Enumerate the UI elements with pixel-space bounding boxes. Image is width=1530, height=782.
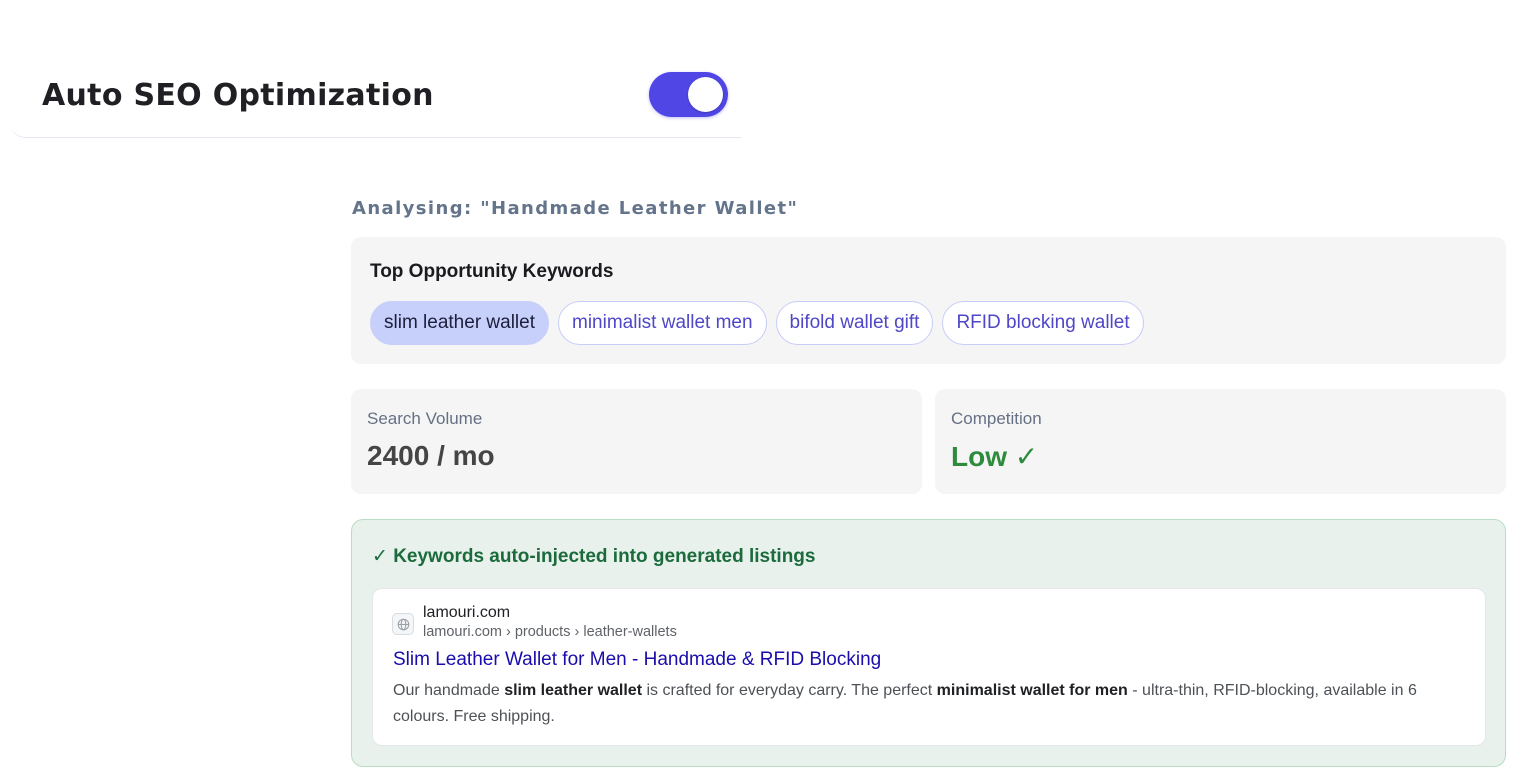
keyword-chip-bifold-wallet-gift[interactable]: bifold wallet gift [775,301,934,345]
competition-value: Low ✓ [951,441,1039,472]
search-volume-label: Search Volume [367,409,483,428]
desc-text: is crafted for everyday carry. The perfe… [642,682,937,699]
search-volume-card: Search Volume 2400 / mo [351,389,922,494]
competition-card: Competition Low ✓ [935,389,1506,494]
keyword-chips: slim leather wallet minimalist wallet me… [370,301,1144,345]
desc-keyword: slim leather wallet [504,682,643,699]
keywords-injected-panel: ✓ Keywords auto-injected into generated … [351,519,1506,767]
globe-icon [392,613,414,635]
result-description: Our handmade slim leather wallet is craf… [393,678,1468,730]
seo-title: Auto SEO Optimization [42,78,434,113]
inject-title: ✓ Keywords auto-injected into generated … [372,546,816,567]
keyword-chip-slim-leather-wallet[interactable]: slim leather wallet [370,301,549,345]
result-title-link[interactable]: Slim Leather Wallet for Men - Handmade &… [393,649,881,671]
search-volume-value: 2400 / mo [367,440,495,471]
keyword-chip-minimalist-wallet-men[interactable]: minimalist wallet men [558,301,767,345]
auto-seo-toggle[interactable] [649,72,728,117]
result-domain: lamouri.com [423,604,511,621]
result-breadcrumb: lamouri.com › products › leather-wallets [423,624,677,640]
desc-text: Our handmade [393,682,505,699]
keywords-card: Top Opportunity Keywords slim leather wa… [351,237,1506,364]
toggle-knob [688,77,723,112]
seo-header: Auto SEO Optimization [10,56,741,138]
analysing-label: Analysing: "Handmade Leather Wallet" [352,198,799,219]
competition-label: Competition [951,409,1042,428]
search-result-preview: lamouri.com lamouri.com › products › lea… [372,588,1486,746]
keyword-chip-rfid-blocking-wallet[interactable]: RFID blocking wallet [942,301,1144,345]
desc-keyword: minimalist wallet for men [936,682,1128,699]
keywords-title: Top Opportunity Keywords [370,261,614,282]
